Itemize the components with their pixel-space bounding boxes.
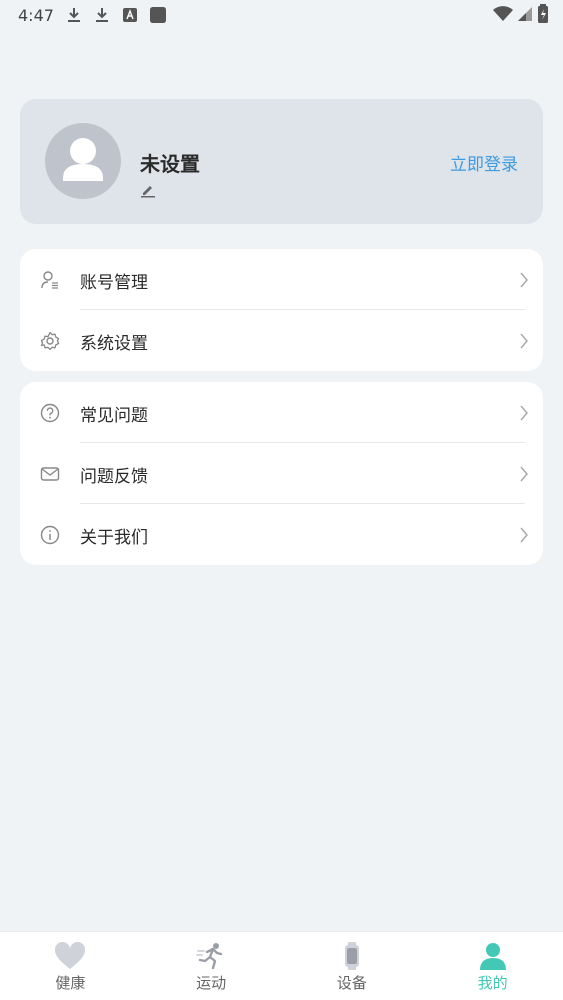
tab-label: 健康 bbox=[55, 974, 86, 992]
tab-exercise[interactable]: 运动 bbox=[141, 932, 282, 1000]
running-icon bbox=[195, 942, 227, 970]
menu-group-help: 常见问题 问题反馈 关于我们 bbox=[20, 382, 543, 565]
app-square-icon bbox=[149, 7, 166, 23]
info-icon bbox=[40, 525, 60, 545]
bottom-tab-bar: 健康 运动 设备 我的 bbox=[0, 931, 563, 1000]
chevron-right-icon bbox=[519, 526, 529, 544]
avatar[interactable] bbox=[45, 123, 121, 199]
profile-name: 未设置 bbox=[140, 152, 200, 176]
pencil-icon[interactable] bbox=[140, 182, 156, 198]
heart-icon bbox=[54, 941, 86, 970]
menu-item-feedback[interactable]: 问题反馈 bbox=[20, 443, 543, 504]
menu-item-label: 系统设置 bbox=[80, 334, 148, 354]
menu-item-about-us[interactable]: 关于我们 bbox=[20, 504, 543, 565]
status-bar: 4:47 bbox=[0, 0, 563, 30]
download-icon bbox=[66, 7, 82, 23]
menu-item-account-management[interactable]: 账号管理 bbox=[20, 249, 543, 310]
menu-group-account: 账号管理 系统设置 bbox=[20, 249, 543, 371]
menu-item-label: 账号管理 bbox=[80, 273, 148, 293]
keyboard-a-icon bbox=[122, 7, 138, 23]
chevron-right-icon bbox=[519, 404, 529, 422]
account-icon bbox=[40, 270, 60, 290]
gear-icon bbox=[40, 331, 60, 351]
chevron-right-icon bbox=[519, 332, 529, 350]
menu-item-label: 关于我们 bbox=[80, 528, 148, 548]
login-button[interactable]: 立即登录 bbox=[450, 150, 518, 175]
menu-item-label: 常见问题 bbox=[80, 406, 148, 426]
download-icon bbox=[94, 7, 110, 23]
mail-icon bbox=[40, 464, 60, 484]
profile-card[interactable]: 未设置 立即登录 bbox=[20, 99, 543, 224]
user-avatar-icon bbox=[63, 138, 103, 181]
chevron-right-icon bbox=[519, 465, 529, 483]
chevron-right-icon bbox=[519, 271, 529, 289]
menu-item-system-settings[interactable]: 系统设置 bbox=[20, 310, 543, 371]
user-icon bbox=[477, 942, 509, 970]
signal-icon bbox=[517, 6, 533, 26]
question-icon bbox=[40, 403, 60, 423]
tab-device[interactable]: 设备 bbox=[282, 932, 423, 1000]
tab-health[interactable]: 健康 bbox=[0, 932, 141, 1000]
tab-label: 运动 bbox=[196, 974, 227, 992]
menu-item-faq[interactable]: 常见问题 bbox=[20, 382, 543, 443]
wifi-icon bbox=[493, 6, 513, 26]
tab-mine[interactable]: 我的 bbox=[422, 932, 563, 1000]
battery-icon bbox=[537, 4, 549, 28]
tab-label: 设备 bbox=[336, 974, 367, 992]
menu-item-label: 问题反馈 bbox=[80, 467, 148, 487]
status-time: 4:47 bbox=[18, 5, 54, 25]
watch-icon bbox=[336, 942, 368, 970]
tab-label: 我的 bbox=[477, 974, 508, 992]
